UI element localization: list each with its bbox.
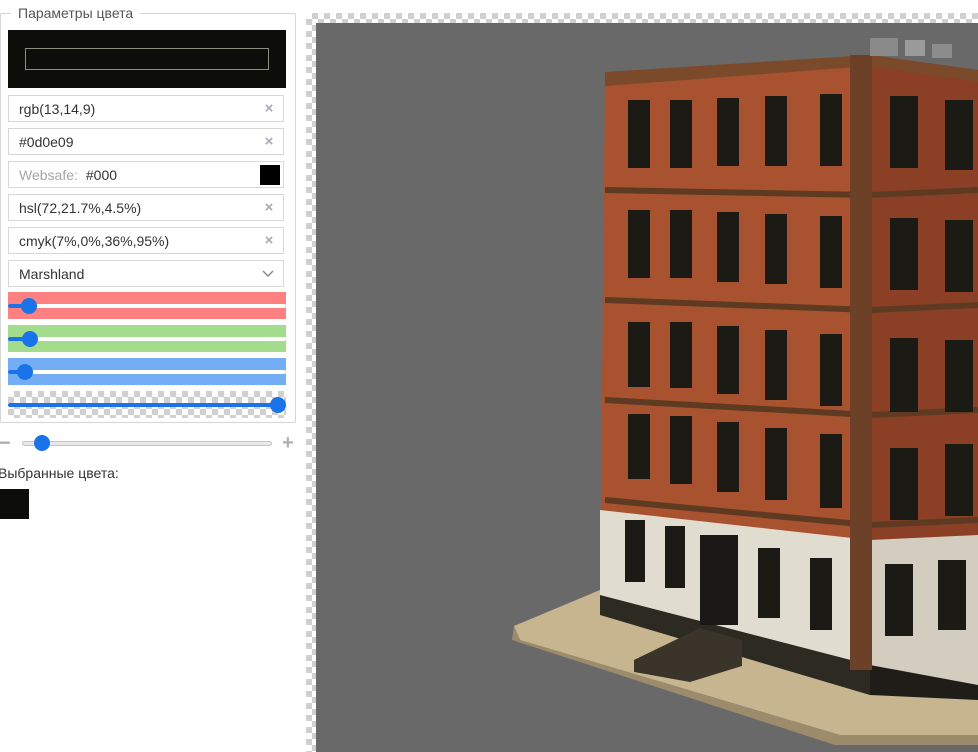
red-slider-handle[interactable] xyxy=(21,298,38,314)
websafe-field: Websafe: #000 xyxy=(8,161,284,188)
panel-legend: Параметры цвета xyxy=(11,5,141,21)
websafe-value: #000 xyxy=(85,166,118,183)
color-name-value[interactable]: Marshland xyxy=(9,266,253,282)
websafe-label: Websafe: xyxy=(19,166,78,183)
alpha-slider-handle[interactable] xyxy=(270,397,286,413)
green-slider-handle[interactable] xyxy=(22,331,39,347)
alpha-slider-fill xyxy=(8,403,278,407)
hex-value[interactable]: #0d0e09 xyxy=(9,134,255,150)
blue-slider[interactable] xyxy=(8,358,286,385)
chosen-color-swatch[interactable] xyxy=(0,489,29,519)
cmyk-field[interactable]: cmyk(7%,0%,36%,95%) × xyxy=(8,227,284,254)
zoom-out-icon[interactable]: − xyxy=(0,432,11,454)
clear-icon[interactable]: × xyxy=(255,133,283,150)
color-name-select[interactable]: Marshland xyxy=(8,260,284,287)
red-slider-track[interactable] xyxy=(8,304,286,308)
rgb-field[interactable]: rgb(13,14,9) × xyxy=(8,95,284,122)
clear-icon[interactable]: × xyxy=(255,199,283,216)
building-image[interactable] xyxy=(316,23,978,752)
image-canvas-frame xyxy=(306,13,978,752)
hex-field[interactable]: #0d0e09 × xyxy=(8,128,284,155)
green-slider[interactable] xyxy=(8,325,286,352)
rgb-value[interactable]: rgb(13,14,9) xyxy=(9,101,255,117)
image-canvas[interactable] xyxy=(316,23,978,752)
zoom-slider-handle[interactable] xyxy=(33,435,50,451)
alpha-slider[interactable] xyxy=(8,391,286,418)
clear-icon[interactable]: × xyxy=(255,100,283,117)
color-preview-inner xyxy=(25,48,269,70)
blue-slider-handle[interactable] xyxy=(17,364,34,380)
blue-slider-track[interactable] xyxy=(8,370,286,374)
cmyk-value[interactable]: cmyk(7%,0%,36%,95%) xyxy=(9,233,255,249)
color-preview xyxy=(8,30,286,88)
websafe-swatch[interactable] xyxy=(260,164,280,185)
zoom-slider-track[interactable] xyxy=(22,441,272,446)
green-slider-track[interactable] xyxy=(8,337,286,341)
zoom-in-icon[interactable]: + xyxy=(282,433,294,453)
chosen-colors-label: Выбранные цвета: xyxy=(0,465,119,481)
hsl-field[interactable]: hsl(72,21.7%,4.5%) × xyxy=(8,194,284,221)
clear-icon[interactable]: × xyxy=(255,232,283,249)
hsl-value[interactable]: hsl(72,21.7%,4.5%) xyxy=(9,200,255,216)
red-slider[interactable] xyxy=(8,292,286,319)
chevron-down-icon[interactable] xyxy=(253,267,283,281)
